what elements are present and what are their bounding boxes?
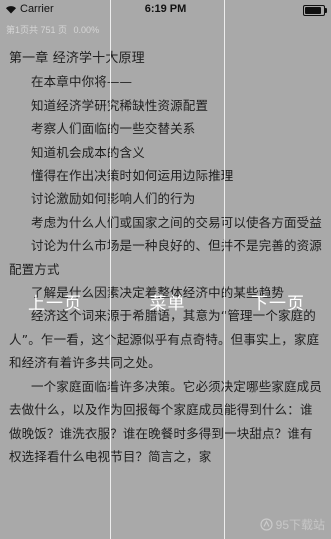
previous-page-label: 上一页 — [28, 293, 82, 314]
menu-zone[interactable]: 菜单 — [111, 0, 224, 539]
next-page-label: 下一页 — [251, 293, 305, 314]
previous-page-zone[interactable]: 上一页 — [0, 0, 110, 539]
watermark-text: 95下载站 — [275, 518, 325, 532]
watermark-logo-icon — [260, 518, 273, 531]
menu-label: 菜单 — [149, 293, 186, 314]
watermark: 95下载站 — [260, 516, 325, 533]
next-page-zone[interactable]: 下一页 — [225, 0, 331, 539]
